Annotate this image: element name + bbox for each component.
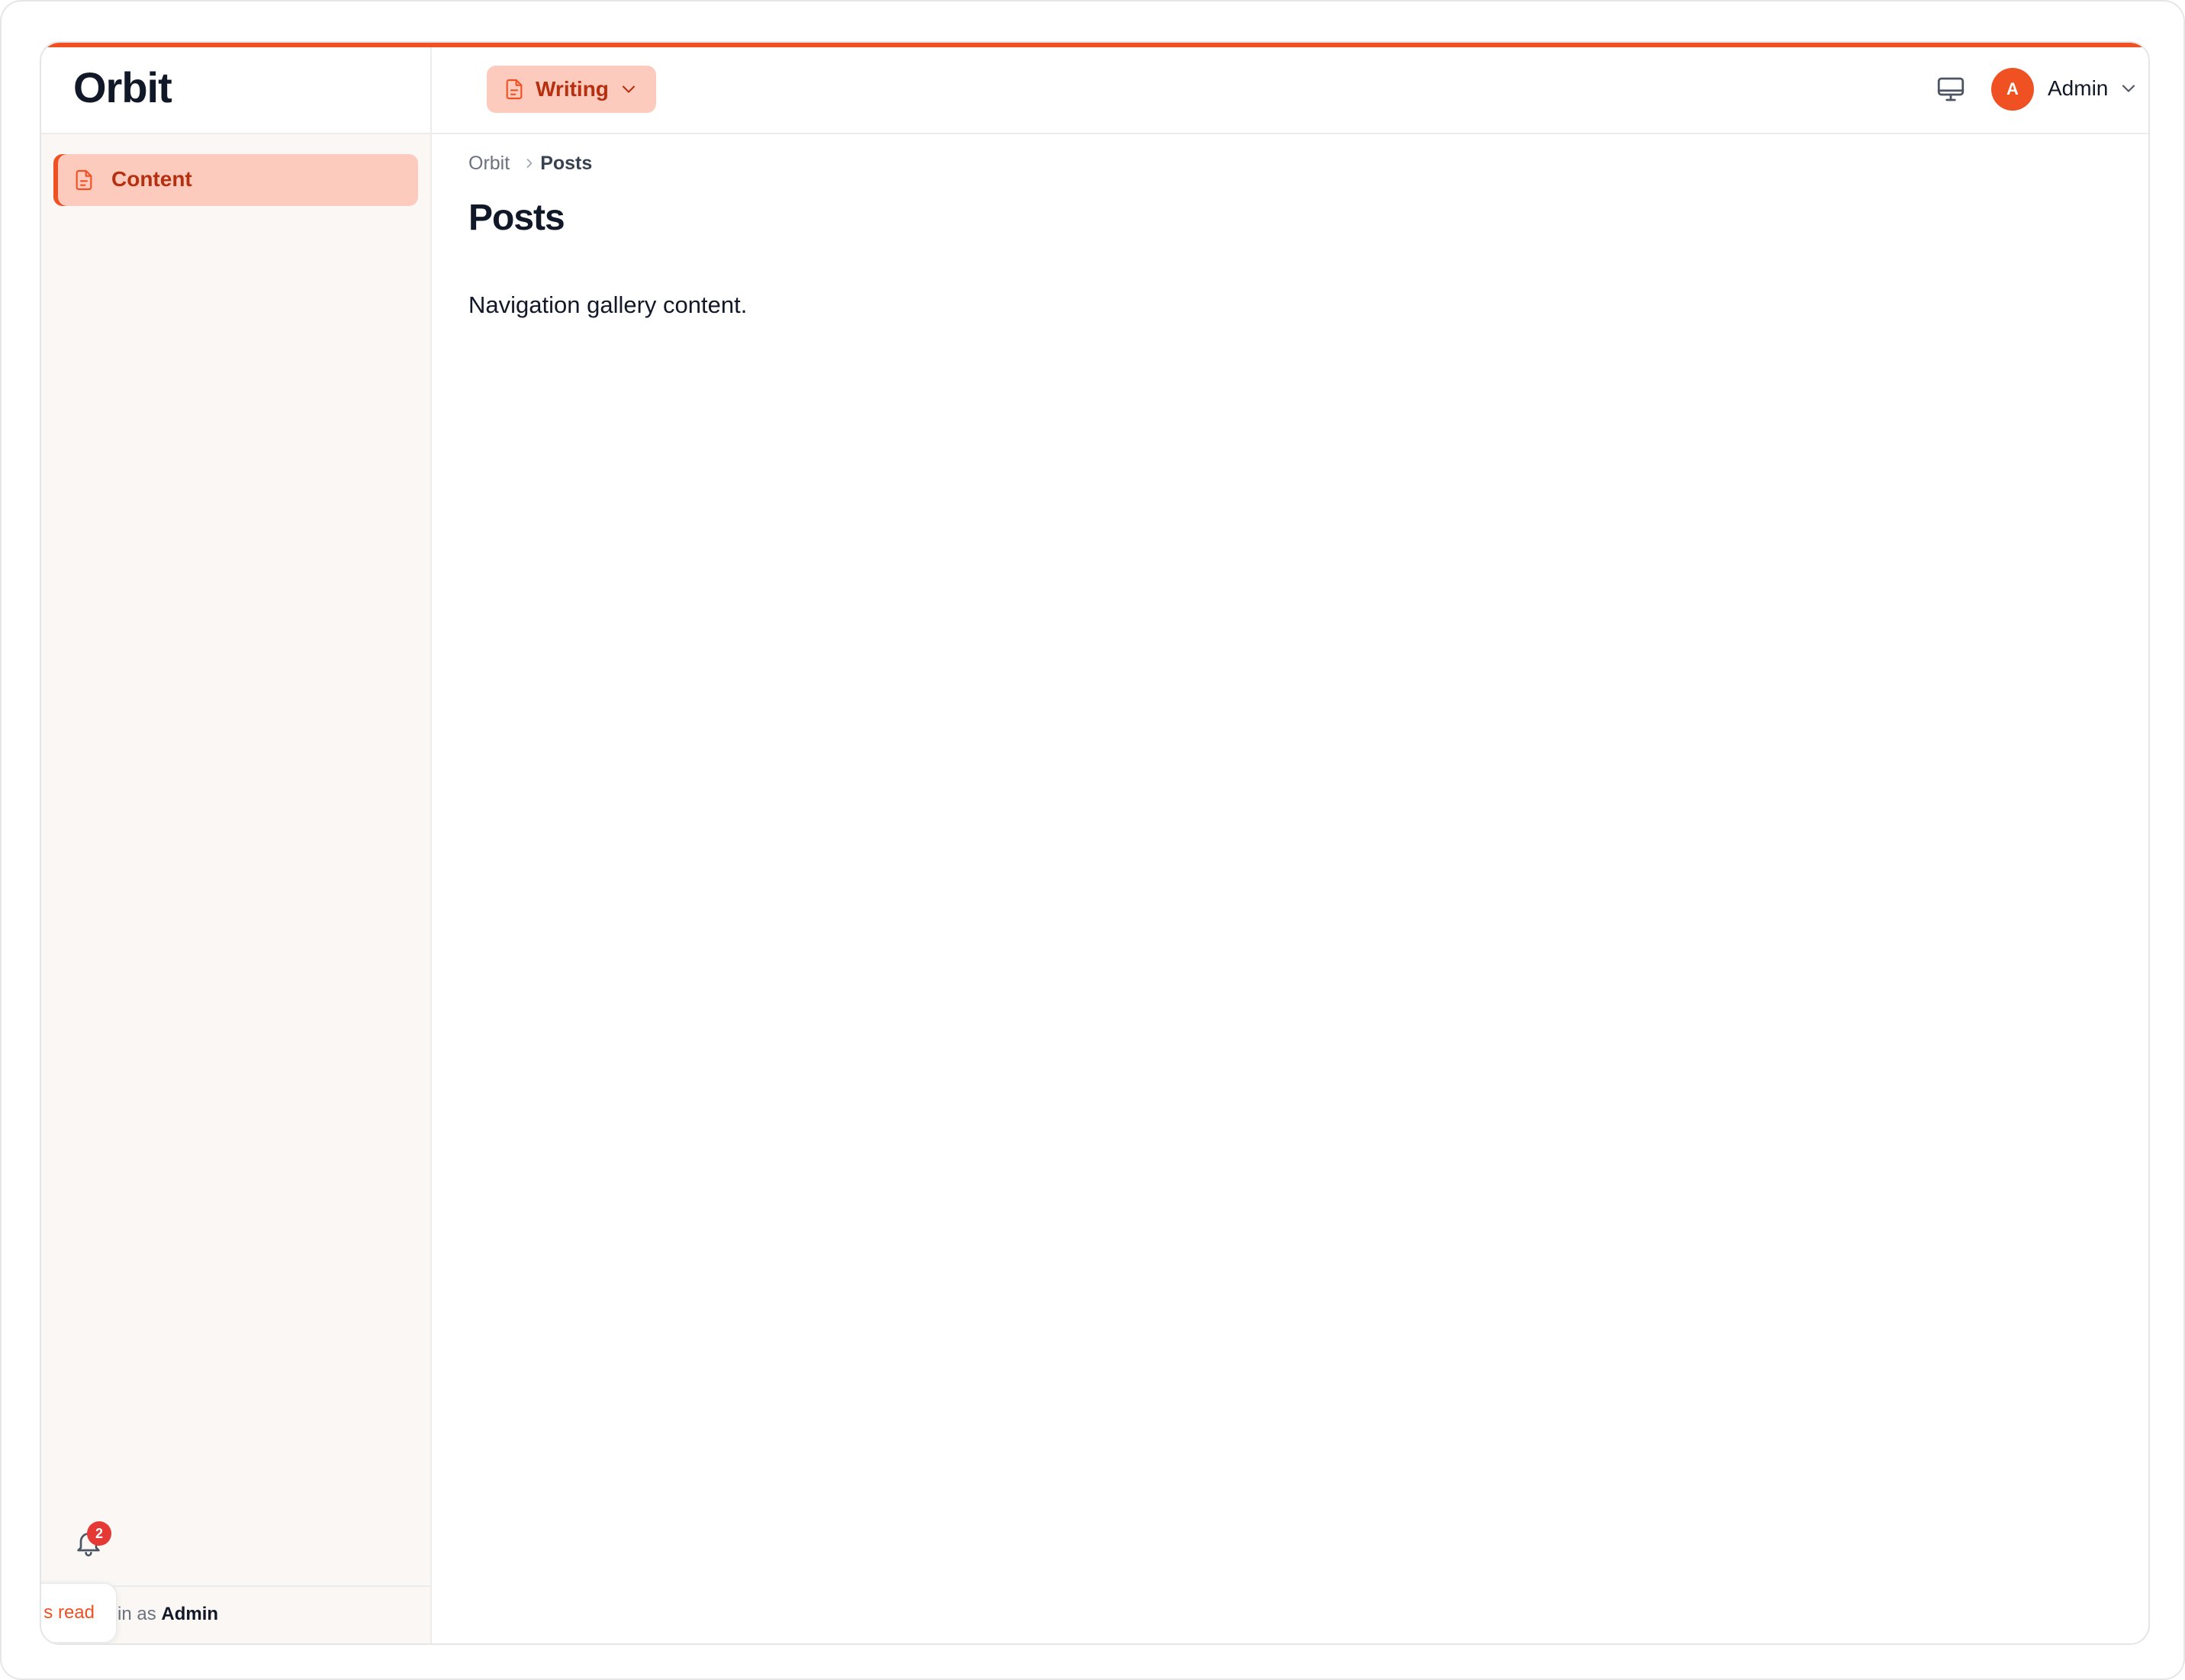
chevron-right-icon (526, 159, 533, 168)
workspace-switcher-button[interactable]: Writing (487, 66, 656, 113)
breadcrumb: Orbit Posts (468, 153, 592, 175)
logged-in-status: d in as Admin (102, 1604, 218, 1625)
brand-logo[interactable]: Orbit (73, 63, 172, 112)
user-menu-name[interactable]: Admin (2048, 76, 2108, 101)
breadcrumb-current: Posts (540, 153, 593, 174)
mark-as-read-link[interactable]: s read (43, 1602, 95, 1624)
notification-count-badge: 2 (87, 1521, 111, 1546)
document-icon (506, 79, 523, 100)
page-body-text: Navigation gallery content. (468, 291, 748, 318)
sidebar-item-content[interactable]: Content (53, 154, 418, 206)
workspace-label: Writing (536, 77, 609, 101)
brand-area: Orbit (41, 47, 430, 134)
breadcrumb-root-link[interactable]: Orbit (468, 153, 510, 174)
window-frame: Orbit Content 2 d in as Admin s read Wri… (0, 0, 2185, 1680)
monitor-icon[interactable] (1935, 73, 1967, 105)
chevron-down-icon[interactable] (2118, 78, 2139, 99)
app-shell: Orbit Content 2 d in as Admin s read Wri… (40, 41, 2150, 1645)
chevron-down-icon (622, 85, 636, 93)
top-header: Writing A Admin (432, 47, 2148, 134)
logged-in-user: Admin (161, 1604, 219, 1624)
avatar[interactable]: A (1991, 68, 2034, 111)
main-content: Orbit Posts Posts Navigation gallery cont… (432, 134, 2148, 1643)
sidebar-item-label: Content (111, 167, 192, 191)
document-icon (76, 169, 92, 191)
notification-toast: s read (41, 1582, 117, 1643)
sidebar: Orbit Content 2 d in as Admin s read (41, 47, 432, 1643)
page-title: Posts (468, 198, 565, 238)
